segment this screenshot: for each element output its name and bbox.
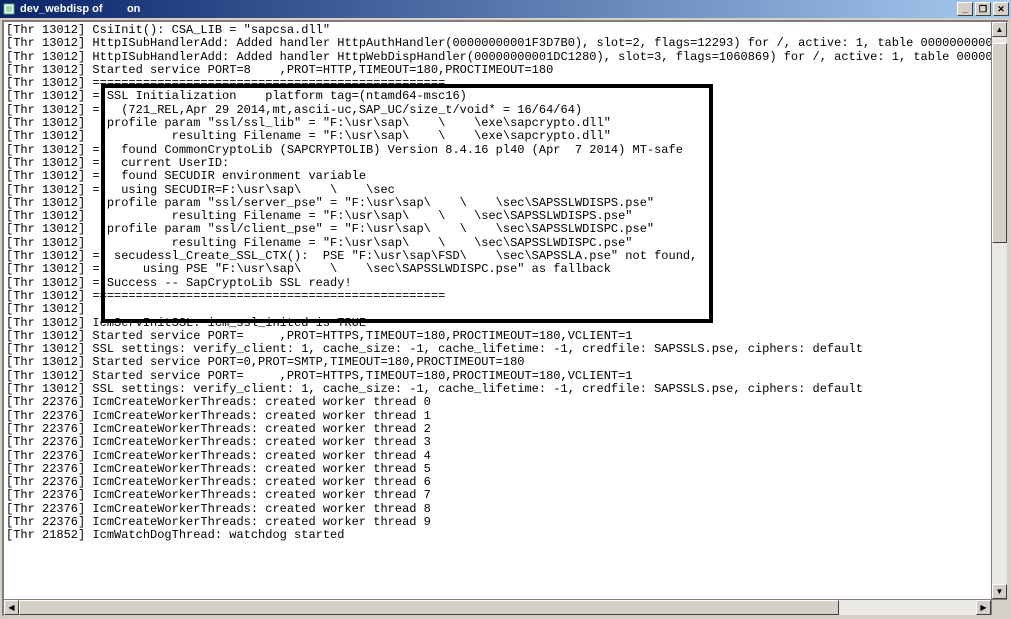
maximize-icon: ❐: [979, 4, 987, 15]
arrow-up-icon: ▲: [996, 25, 1004, 34]
window-controls: _ ❐ ✕: [957, 2, 1009, 16]
window-titlebar: dev_webdisp of on _ ❐ ✕: [0, 0, 1011, 18]
scroll-left-button[interactable]: ◀: [4, 600, 19, 615]
maximize-button[interactable]: ❐: [975, 2, 991, 16]
horizontal-scrollbar[interactable]: ◀ ▶: [4, 599, 991, 615]
minimize-icon: _: [962, 4, 967, 14]
horizontal-scroll-track[interactable]: [19, 600, 976, 615]
vertical-scrollbar[interactable]: ▲ ▼: [991, 22, 1007, 599]
scroll-right-button[interactable]: ▶: [976, 600, 991, 615]
arrow-down-icon: ▼: [996, 587, 1004, 596]
scroll-up-button[interactable]: ▲: [992, 22, 1007, 37]
minimize-button[interactable]: _: [957, 2, 973, 16]
horizontal-scroll-thumb[interactable]: [19, 600, 839, 615]
scroll-down-button[interactable]: ▼: [992, 584, 1007, 599]
window-title: dev_webdisp of on: [20, 3, 957, 15]
close-icon: ✕: [997, 4, 1005, 15]
client-area: [Thr 13012] CsiInit(): CSA_LIB = "sapcsa…: [0, 18, 1011, 619]
vertical-scroll-thumb[interactable]: [992, 43, 1007, 243]
log-text[interactable]: [Thr 13012] CsiInit(): CSA_LIB = "sapcsa…: [4, 22, 1007, 615]
close-button[interactable]: ✕: [993, 2, 1009, 16]
scrollbar-corner: [991, 599, 1007, 615]
app-icon: [2, 2, 16, 16]
arrow-right-icon: ▶: [980, 603, 986, 612]
log-viewer: [Thr 13012] CsiInit(): CSA_LIB = "sapcsa…: [2, 20, 1009, 617]
arrow-left-icon: ◀: [8, 603, 14, 612]
vertical-scroll-track[interactable]: [992, 37, 1007, 584]
